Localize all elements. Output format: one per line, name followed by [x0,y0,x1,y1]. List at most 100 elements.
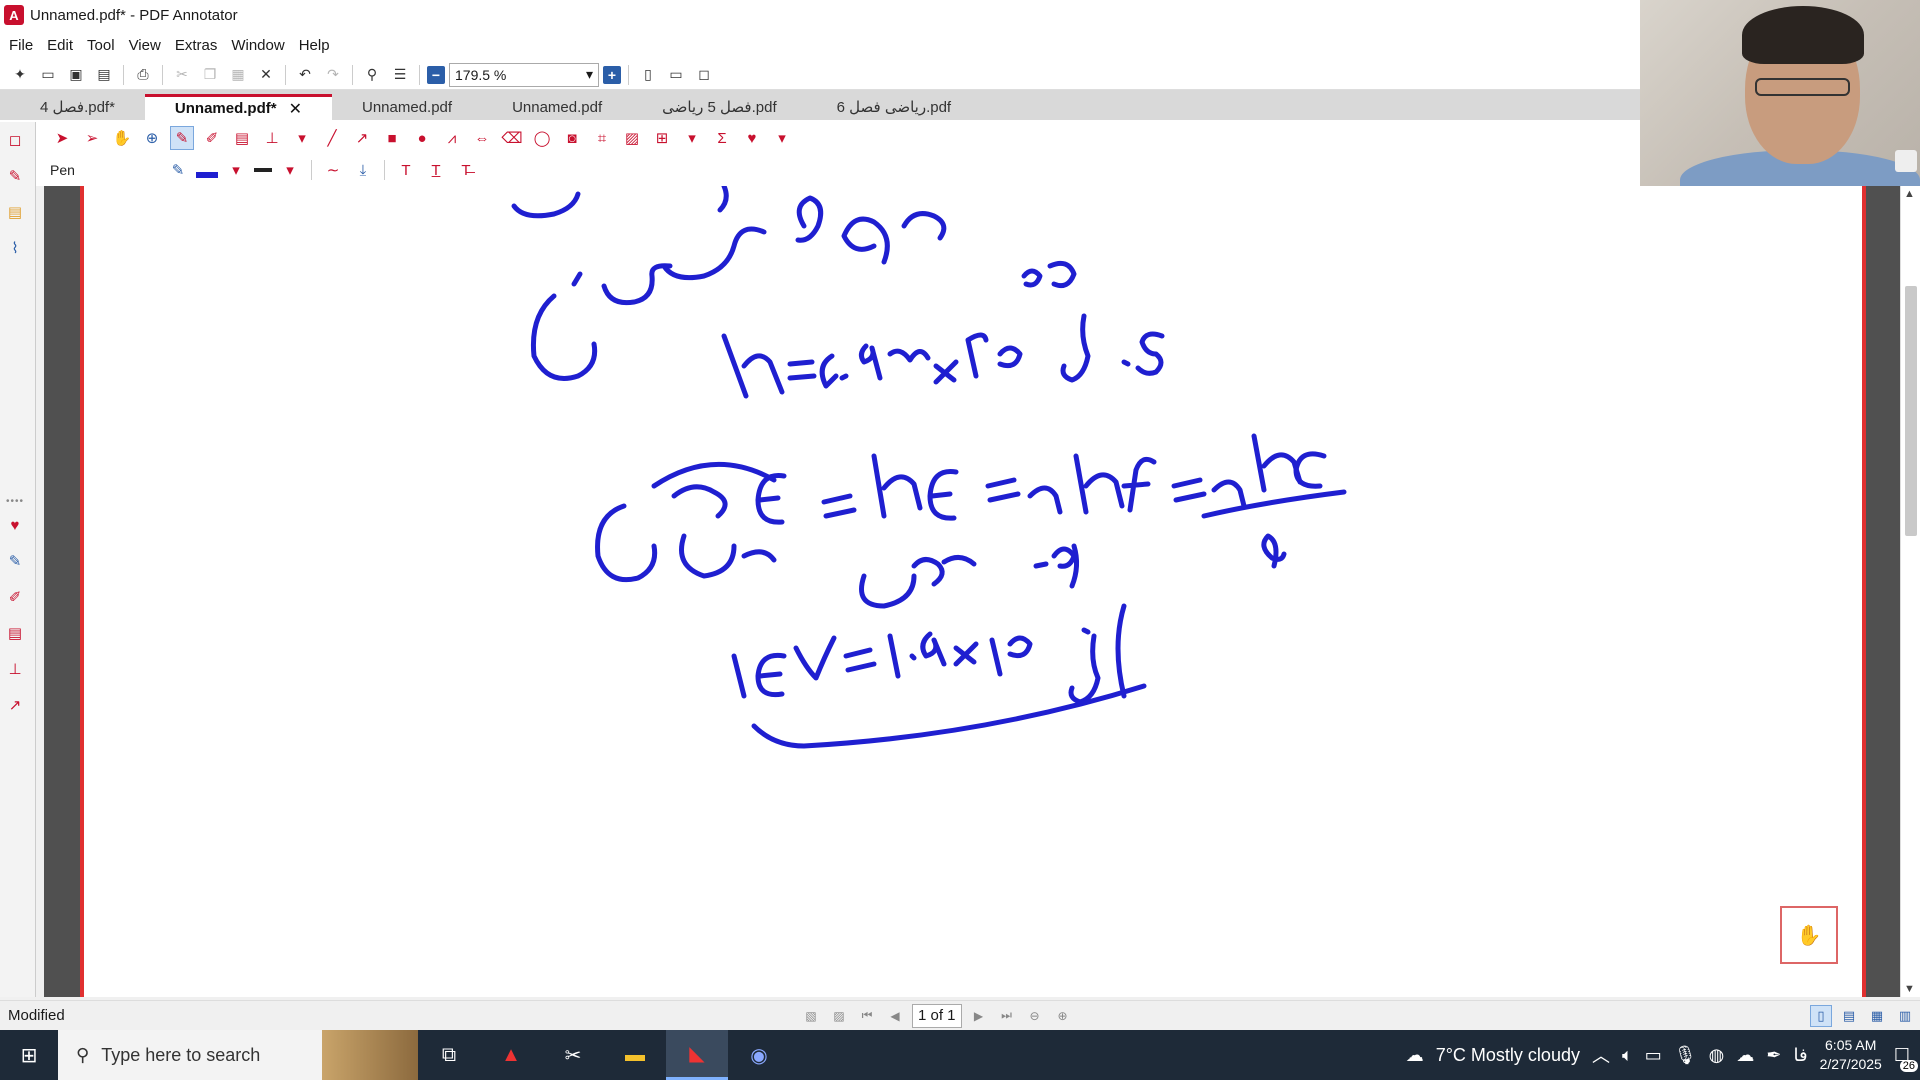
zoom-in-button[interactable]: + [603,65,621,84]
new-document-icon[interactable]: ✦ [8,63,32,87]
menu-edit[interactable]: Edit [42,35,78,56]
task-view-icon[interactable]: ⧉ [418,1030,480,1080]
menu-view[interactable]: View [124,35,166,56]
undo-icon[interactable]: ↶ [293,63,317,87]
device-icon[interactable]: ▭ [1645,1045,1662,1066]
text-box-icon[interactable]: ▤ [0,615,30,651]
highlighter-icon[interactable]: ✐ [200,126,224,150]
save-as-icon[interactable]: ▤ [92,63,116,87]
history-back-icon[interactable]: ▧ [800,1005,822,1027]
last-page-icon[interactable]: ⏭ [996,1005,1018,1027]
scroll-thumb[interactable] [1905,286,1917,536]
text-box-icon[interactable]: ▤ [230,126,254,150]
fullscreen-icon[interactable]: ◻ [692,63,716,87]
system-clock[interactable]: 6:05 AM 2/27/2025 [1820,1036,1882,1074]
insert-image-icon[interactable]: ⊞ [650,126,674,150]
windows-start-icon[interactable]: ⊞ [0,1030,58,1080]
redo-icon[interactable]: ↷ [321,63,345,87]
zoom-combo[interactable]: 179.5 % ▾ [449,62,599,87]
menu-tool[interactable]: Tool [82,35,120,56]
line-width-swatch[interactable] [254,168,272,172]
pen-color-icon[interactable]: ✎ [166,158,190,182]
notification-center[interactable]: ☐ 26 [1894,1045,1918,1072]
network-globe-icon[interactable]: ◍ [1709,1045,1725,1066]
first-page-icon[interactable]: ⏮ [856,1005,878,1027]
chevron-down-icon[interactable]: ▾ [224,158,248,182]
highlighter-icon[interactable]: ✐ [0,579,30,615]
weather-text[interactable]: 7°C Mostly cloudy [1436,1045,1580,1066]
zoom-tool-icon[interactable]: ⊕ [140,126,164,150]
hand-icon[interactable]: ✋ [110,126,134,150]
language-indicator[interactable]: فا [1793,1045,1807,1066]
scroll-up-icon[interactable]: ▲ [1904,188,1915,200]
chevron-down-icon[interactable]: ▾ [680,126,704,150]
chevron-down-icon[interactable]: ▾ [290,126,314,150]
ellipse-icon[interactable]: ● [410,126,434,150]
acrobat-app-icon[interactable]: ▲ [480,1030,542,1080]
paste-icon[interactable]: ▦ [226,63,250,87]
crop-icon[interactable]: ⌗ [590,126,614,150]
stamp-icon[interactable]: ⊥ [0,651,30,687]
eraser-icon[interactable]: ⌫ [500,126,524,150]
chevron-down-icon[interactable]: ▾ [586,66,593,83]
onedrive-cloud-icon[interactable]: ☁ [1736,1045,1754,1066]
find-binoculars-icon[interactable]: ⚲ [360,63,384,87]
open-folder-icon[interactable]: ▭ [36,63,60,87]
history-forward-icon[interactable]: ▨ [828,1005,850,1027]
copy-icon[interactable]: ❐ [198,63,222,87]
save-icon[interactable]: ▣ [64,63,88,87]
document-canvas[interactable] [44,186,1900,997]
print-icon[interactable]: ⎙ [131,63,155,87]
single-page-view-icon[interactable]: ▯ [1810,1004,1832,1027]
text-underline-icon[interactable]: T̲ [424,158,448,182]
page-indicator[interactable]: 1 of 1 [912,1003,962,1028]
tab-document[interactable]: فصل 4.pdf* [10,94,145,120]
vertical-scrollbar[interactable]: ▲ ▼ [1900,186,1920,997]
favorites-heart-icon[interactable]: ♥ [0,507,30,543]
microphone-icon[interactable]: 🎙︎ [1674,1045,1697,1066]
taskbar-search[interactable]: ⚲ Type here to search [58,1030,418,1080]
text-format-icon[interactable]: T [394,158,418,182]
paperclip-icon[interactable]: ⌇ [0,230,30,266]
pen-color-swatch[interactable] [196,172,218,178]
delete-icon[interactable]: ✕ [254,63,278,87]
next-page-icon[interactable]: ▶ [968,1005,990,1027]
chevron-down-icon[interactable]: ▾ [278,158,302,182]
sidebar-grip[interactable]: •••• [0,496,30,507]
previous-page-icon[interactable]: ◀ [884,1005,906,1027]
polyline-icon[interactable]: ⩘ [440,126,464,150]
favorites-heart-icon[interactable]: ♥ [740,126,764,150]
menu-window[interactable]: Window [226,35,289,56]
notes-icon[interactable]: ▤ [0,194,30,230]
menu-file[interactable]: File [4,35,38,56]
fit-page-icon[interactable]: ▯ [636,63,660,87]
line-icon[interactable]: ╱ [320,126,344,150]
select-text-icon[interactable]: ☰ [388,63,412,87]
rectangle-icon[interactable]: ■ [380,126,404,150]
continuous-view-icon[interactable]: ▤ [1838,1005,1860,1027]
tab-document[interactable]: رياضی فصل 6.pdf [807,94,981,120]
tab-document[interactable]: فصل 5 رياضی.pdf [632,94,807,120]
chevron-up-icon[interactable]: ︿ [1592,1042,1610,1068]
handwritten-ink-layer[interactable] [84,186,1866,997]
arrow-icon[interactable]: ↗ [0,687,30,723]
weather-icon[interactable]: ☁ [1406,1045,1424,1066]
lasso-icon[interactable]: ◯ [530,126,554,150]
pen-icon[interactable]: ✎ [170,126,194,150]
tab-document[interactable]: Unnamed.pdf [332,94,482,120]
ruler-icon[interactable]: ▨ [620,126,644,150]
pdf-page[interactable] [80,186,1866,997]
smooth-line-icon[interactable]: ∼ [321,158,345,182]
pen-tray-icon[interactable]: ✒ [1766,1045,1781,1066]
fit-width-icon[interactable]: ▭ [664,63,688,87]
camera-icon[interactable]: ◙ [560,126,584,150]
scroll-down-icon[interactable]: ▼ [1904,983,1915,995]
pin-icon[interactable]: ✎ [0,158,30,194]
page-thumbnail-icon[interactable]: ◻ [0,122,30,158]
pdf-annotator-app-icon[interactable]: ◣ [666,1030,728,1080]
tab-document-active[interactable]: Unnamed.pdf* ✕ [144,94,332,120]
chevron-down-icon[interactable]: ▾ [770,126,794,150]
select-area-icon[interactable]: ➢ [80,126,104,150]
arrow-icon[interactable]: ↗ [350,126,374,150]
speaker-icon[interactable]: 🔈︎ [1622,1045,1633,1066]
